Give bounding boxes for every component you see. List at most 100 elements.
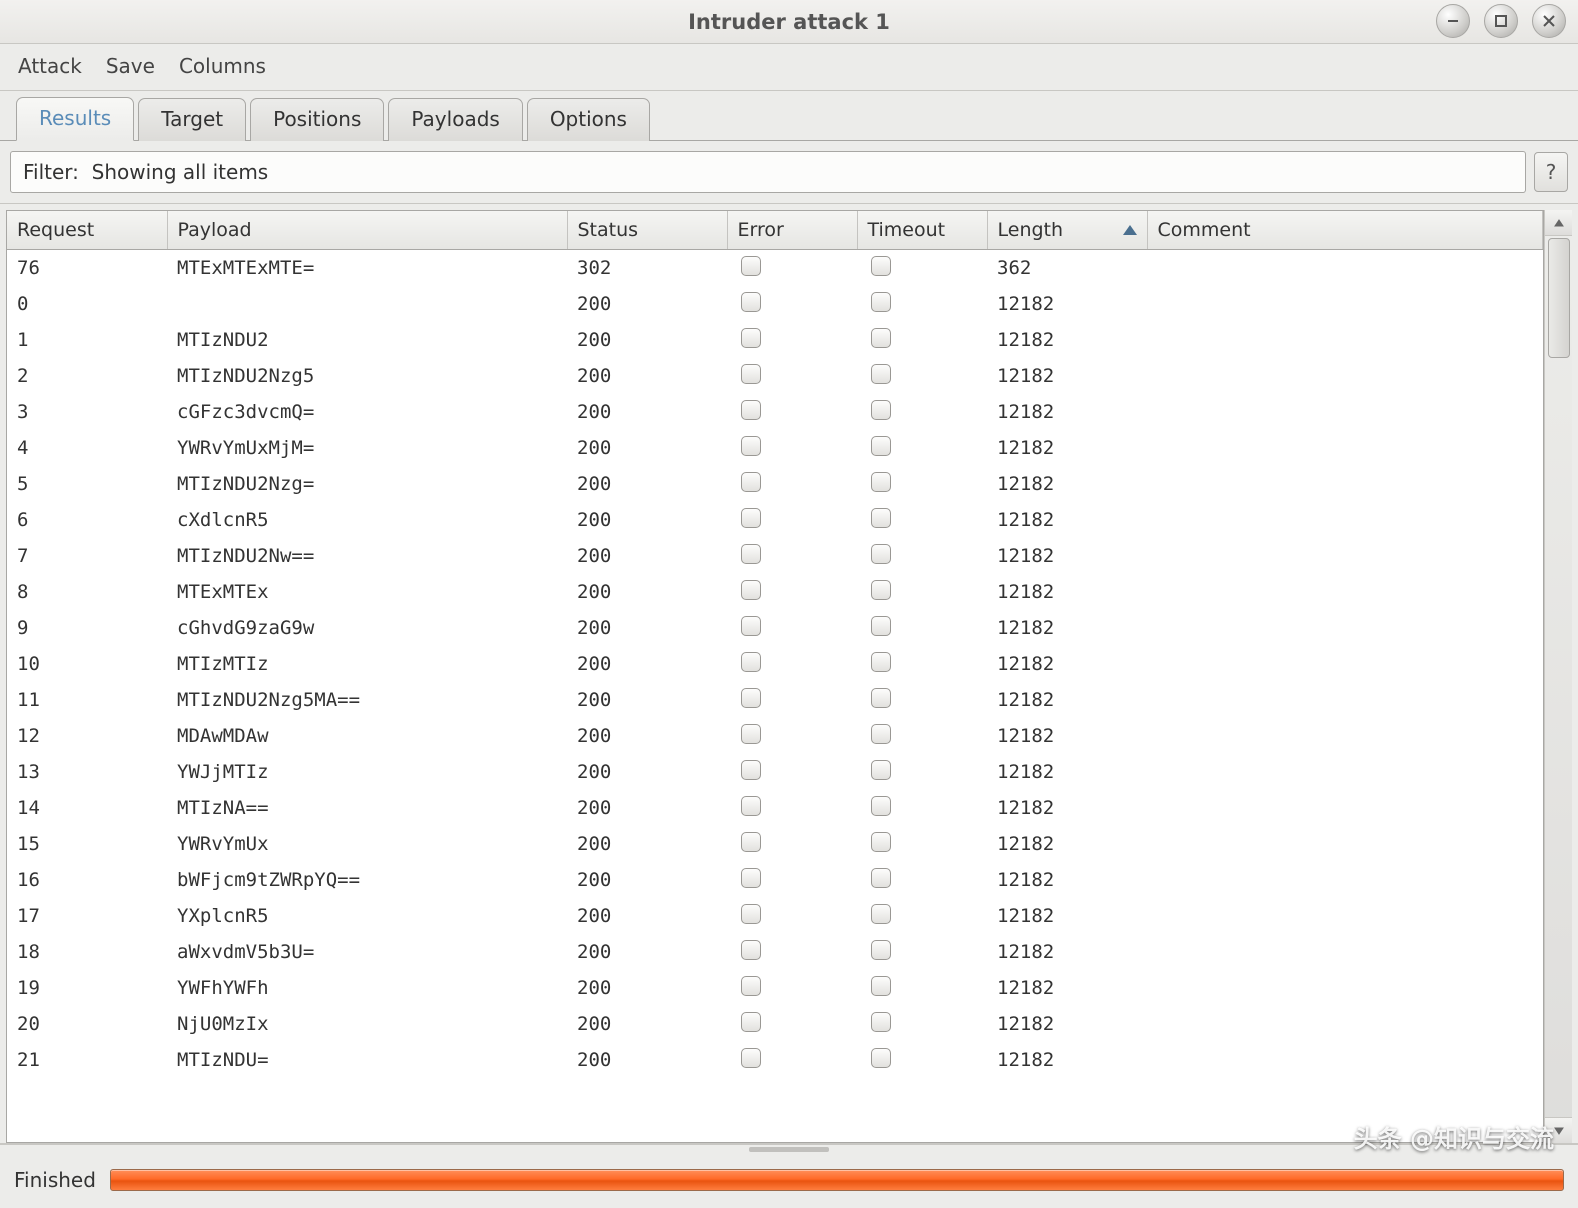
column-header-status[interactable]: Status	[567, 211, 727, 250]
table-row[interactable]: 10MTIzMTIz20012182	[7, 646, 1543, 682]
table-row[interactable]: 12MDAwMDAw20012182	[7, 718, 1543, 754]
timeout-checkbox[interactable]	[871, 436, 891, 456]
timeout-checkbox[interactable]	[871, 256, 891, 276]
timeout-checkbox[interactable]	[871, 976, 891, 996]
column-header-comment[interactable]: Comment	[1147, 211, 1543, 250]
scroll-down-button[interactable]	[1545, 1117, 1572, 1143]
error-checkbox[interactable]	[741, 940, 761, 960]
error-checkbox[interactable]	[741, 904, 761, 924]
window-maximize-button[interactable]	[1484, 4, 1518, 38]
timeout-checkbox[interactable]	[871, 868, 891, 888]
error-checkbox[interactable]	[741, 256, 761, 276]
timeout-checkbox[interactable]	[871, 1048, 891, 1068]
scroll-thumb[interactable]	[1548, 238, 1570, 358]
column-header-request[interactable]: Request	[7, 211, 167, 250]
cell-comment	[1147, 1006, 1543, 1042]
timeout-checkbox[interactable]	[871, 832, 891, 852]
timeout-checkbox[interactable]	[871, 292, 891, 312]
error-checkbox[interactable]	[741, 724, 761, 744]
error-checkbox[interactable]	[741, 580, 761, 600]
window-close-button[interactable]	[1532, 4, 1566, 38]
error-checkbox[interactable]	[741, 436, 761, 456]
table-row[interactable]: 020012182	[7, 286, 1543, 322]
table-row[interactable]: 5MTIzNDU2Nzg=20012182	[7, 466, 1543, 502]
timeout-checkbox[interactable]	[871, 760, 891, 780]
error-checkbox[interactable]	[741, 544, 761, 564]
table-row[interactable]: 7MTIzNDU2Nw==20012182	[7, 538, 1543, 574]
cell-error	[727, 358, 857, 394]
timeout-checkbox[interactable]	[871, 580, 891, 600]
column-header-error[interactable]: Error	[727, 211, 857, 250]
menu-save[interactable]: Save	[106, 54, 155, 78]
help-button[interactable]: ?	[1534, 152, 1568, 192]
timeout-checkbox[interactable]	[871, 400, 891, 420]
table-row[interactable]: 17YXplcnR520012182	[7, 898, 1543, 934]
cell-error	[727, 610, 857, 646]
error-checkbox[interactable]	[741, 796, 761, 816]
timeout-checkbox[interactable]	[871, 940, 891, 960]
window-minimize-button[interactable]	[1436, 4, 1470, 38]
timeout-checkbox[interactable]	[871, 544, 891, 564]
table-row[interactable]: 8MTExMTEx20012182	[7, 574, 1543, 610]
tab-positions[interactable]: Positions	[250, 98, 384, 141]
table-row[interactable]: 15YWRvYmUx20012182	[7, 826, 1543, 862]
vertical-scrollbar[interactable]	[1544, 210, 1572, 1143]
table-row[interactable]: 4YWRvYmUxMjM=20012182	[7, 430, 1543, 466]
tab-payloads[interactable]: Payloads	[388, 98, 522, 141]
timeout-checkbox[interactable]	[871, 508, 891, 528]
column-header-timeout[interactable]: Timeout	[857, 211, 987, 250]
timeout-checkbox[interactable]	[871, 904, 891, 924]
split-bar[interactable]	[0, 1144, 1578, 1154]
timeout-checkbox[interactable]	[871, 724, 891, 744]
error-checkbox[interactable]	[741, 472, 761, 492]
menubar: Attack Save Columns	[0, 44, 1578, 91]
filter-box[interactable]: Filter: Showing all items	[10, 151, 1526, 193]
table-row[interactable]: 16bWFjcm9tZWRpYQ==20012182	[7, 862, 1543, 898]
error-checkbox[interactable]	[741, 832, 761, 852]
table-row[interactable]: 2MTIzNDU2Nzg520012182	[7, 358, 1543, 394]
cell-comment	[1147, 826, 1543, 862]
table-row[interactable]: 18aWxvdmV5b3U=20012182	[7, 934, 1543, 970]
error-checkbox[interactable]	[741, 652, 761, 672]
tab-options[interactable]: Options	[527, 98, 650, 141]
table-row[interactable]: 19YWFhYWFh20012182	[7, 970, 1543, 1006]
tab-results[interactable]: Results	[16, 97, 134, 141]
column-header-payload[interactable]: Payload	[167, 211, 567, 250]
table-row[interactable]: 13YWJjMTIz20012182	[7, 754, 1543, 790]
tab-target[interactable]: Target	[138, 98, 246, 141]
error-checkbox[interactable]	[741, 1012, 761, 1032]
error-checkbox[interactable]	[741, 292, 761, 312]
timeout-checkbox[interactable]	[871, 688, 891, 708]
error-checkbox[interactable]	[741, 400, 761, 420]
error-checkbox[interactable]	[741, 868, 761, 888]
table-row[interactable]: 76MTExMTExMTE=302362	[7, 250, 1543, 287]
timeout-checkbox[interactable]	[871, 796, 891, 816]
table-row[interactable]: 9cGhvdG9zaG9w20012182	[7, 610, 1543, 646]
table-row[interactable]: 11MTIzNDU2Nzg5MA==20012182	[7, 682, 1543, 718]
error-checkbox[interactable]	[741, 328, 761, 348]
column-header-length[interactable]: Length	[987, 211, 1147, 250]
menu-columns[interactable]: Columns	[179, 54, 266, 78]
table-row[interactable]: 6cXdlcnR520012182	[7, 502, 1543, 538]
error-checkbox[interactable]	[741, 616, 761, 636]
timeout-checkbox[interactable]	[871, 364, 891, 384]
timeout-checkbox[interactable]	[871, 472, 891, 492]
timeout-checkbox[interactable]	[871, 1012, 891, 1032]
table-row[interactable]: 21MTIzNDU=20012182	[7, 1042, 1543, 1078]
timeout-checkbox[interactable]	[871, 616, 891, 636]
error-checkbox[interactable]	[741, 760, 761, 780]
timeout-checkbox[interactable]	[871, 652, 891, 672]
error-checkbox[interactable]	[741, 364, 761, 384]
error-checkbox[interactable]	[741, 976, 761, 996]
table-row[interactable]: 3cGFzc3dvcmQ=20012182	[7, 394, 1543, 430]
error-checkbox[interactable]	[741, 1048, 761, 1068]
scroll-up-button[interactable]	[1545, 210, 1572, 236]
timeout-checkbox[interactable]	[871, 328, 891, 348]
table-row[interactable]: 20NjU0MzIx20012182	[7, 1006, 1543, 1042]
error-checkbox[interactable]	[741, 688, 761, 708]
cell-timeout	[857, 322, 987, 358]
error-checkbox[interactable]	[741, 508, 761, 528]
table-row[interactable]: 1MTIzNDU220012182	[7, 322, 1543, 358]
menu-attack[interactable]: Attack	[18, 54, 82, 78]
table-row[interactable]: 14MTIzNA==20012182	[7, 790, 1543, 826]
